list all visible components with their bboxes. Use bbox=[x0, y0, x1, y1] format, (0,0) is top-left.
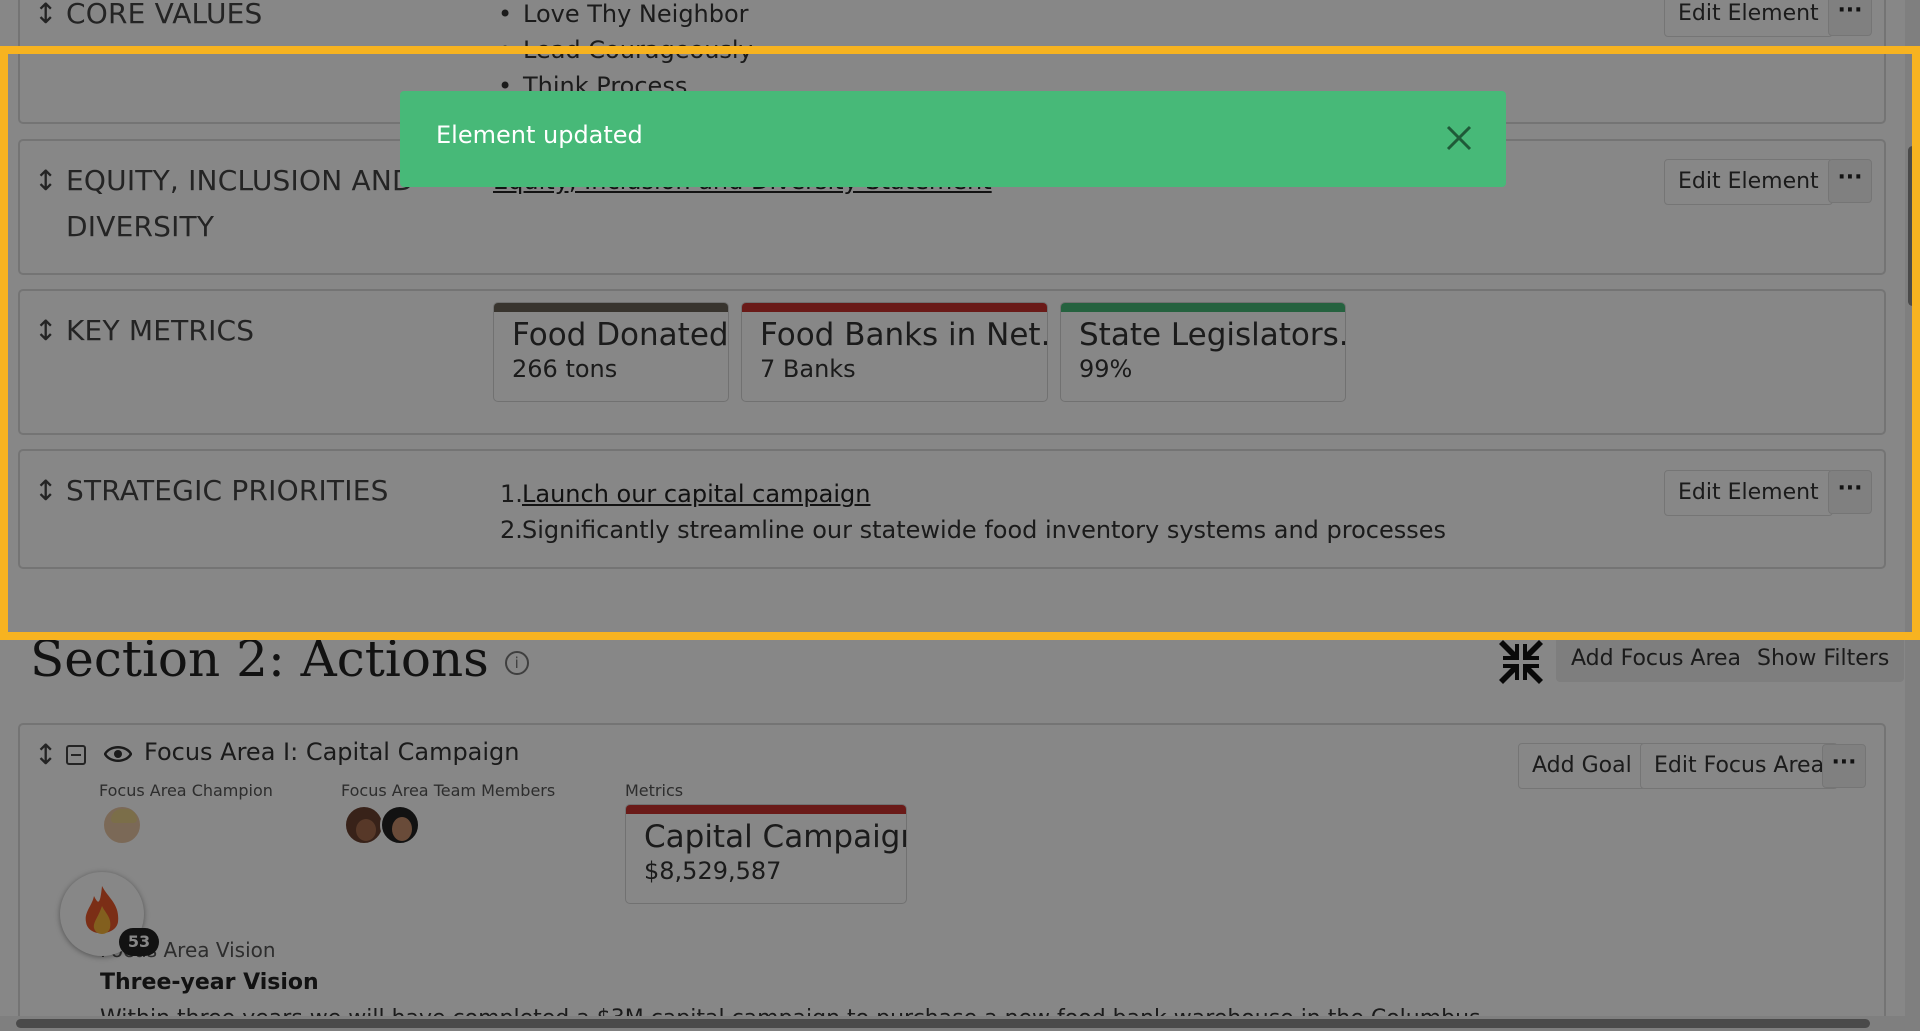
core-value-item: Lead Courageously bbox=[490, 32, 753, 68]
streak-count-badge: 53 bbox=[119, 928, 159, 956]
metric-title: Food Donated bbox=[512, 317, 729, 353]
metric-card-food-donated[interactable]: Food Donated 266 tons bbox=[493, 302, 729, 402]
fire-icon bbox=[78, 884, 126, 942]
more-options-button[interactable]: ··· bbox=[1828, 159, 1872, 203]
metric-title: Capital Campaign bbox=[644, 819, 907, 855]
edit-element-button[interactable]: Edit Element bbox=[1664, 0, 1833, 37]
metric-value: 266 tons bbox=[512, 355, 618, 383]
metric-color-bar bbox=[742, 303, 1047, 312]
key-metrics-title: KEY METRICS bbox=[66, 314, 255, 347]
metric-card-capital-campaign[interactable]: Capital Campaign $8,529,587 bbox=[625, 804, 907, 904]
add-focus-area-button[interactable]: Add Focus Area bbox=[1556, 636, 1757, 682]
more-options-button[interactable]: ··· bbox=[1828, 0, 1872, 36]
metric-value: 99% bbox=[1079, 355, 1133, 383]
metric-color-bar bbox=[1061, 303, 1345, 312]
strategic-priorities-list: 1. Launch our capital campaign 2. Signif… bbox=[498, 476, 1446, 548]
team-members-label: Focus Area Team Members bbox=[341, 781, 556, 800]
equity-title-line2: DIVERSITY bbox=[66, 210, 215, 243]
avatar[interactable] bbox=[102, 805, 142, 845]
equity-title-line1: EQUITY, INCLUSION AND bbox=[66, 164, 414, 197]
edit-element-button[interactable]: Edit Element bbox=[1664, 159, 1833, 205]
drag-handle-icon[interactable]: ↕ bbox=[34, 477, 57, 505]
metric-value: 7 Banks bbox=[760, 355, 856, 383]
priority-number: 2. bbox=[500, 516, 523, 544]
info-icon[interactable]: i bbox=[504, 651, 529, 675]
vision-title: Three-year Vision bbox=[100, 970, 319, 995]
metric-color-bar bbox=[626, 805, 906, 814]
collapse-all-icon[interactable] bbox=[1497, 638, 1545, 686]
drag-handle-icon[interactable]: ↕ bbox=[34, 0, 57, 28]
metric-card-food-banks[interactable]: Food Banks in Net... 7 Banks bbox=[741, 302, 1048, 402]
drag-handle-icon[interactable]: ↕ bbox=[34, 167, 57, 195]
page: ↕ CORE VALUES Love Thy Neighbor Lead Cou… bbox=[0, 0, 1920, 1031]
horizontal-scrollbar-thumb[interactable] bbox=[16, 1019, 1870, 1028]
more-options-button[interactable]: ··· bbox=[1828, 470, 1872, 514]
horizontal-scrollbar[interactable] bbox=[0, 1016, 1920, 1031]
core-value-item: Love Thy Neighbor bbox=[490, 0, 753, 32]
core-values-title: CORE VALUES bbox=[66, 0, 263, 30]
drag-handle-icon[interactable]: ↕ bbox=[34, 741, 57, 769]
focus-area-title: Focus Area I: Capital Campaign bbox=[144, 738, 520, 766]
priority-number: 1. bbox=[500, 480, 523, 508]
strategic-priorities-title: STRATEGIC PRIORITIES bbox=[66, 474, 389, 507]
more-options-button[interactable]: ··· bbox=[1822, 744, 1866, 788]
priority-link[interactable]: Launch our capital campaign bbox=[522, 480, 870, 508]
equity-title: EQUITY, INCLUSION AND DIVERSITY bbox=[66, 158, 414, 250]
core-values-list: Love Thy Neighbor Lead Courageously Thin… bbox=[490, 0, 753, 104]
avatar[interactable] bbox=[380, 805, 420, 845]
metric-title: Food Banks in Net... bbox=[760, 317, 1048, 353]
section2-title: Section 2: Actions i bbox=[30, 630, 529, 688]
priority-item: 1. Launch our capital campaign bbox=[498, 476, 1446, 512]
metric-card-state-legislators[interactable]: State Legislators... 99% bbox=[1060, 302, 1346, 402]
eye-icon[interactable] bbox=[103, 743, 133, 765]
metric-title: State Legislators... bbox=[1079, 317, 1346, 353]
vertical-scrollbar[interactable] bbox=[1905, 0, 1920, 1016]
metrics-label: Metrics bbox=[625, 781, 684, 800]
show-filters-button[interactable]: Show Filters bbox=[1742, 636, 1905, 682]
priority-item: 2. Significantly streamline our statewid… bbox=[498, 512, 1446, 548]
champion-label: Focus Area Champion bbox=[99, 781, 273, 800]
toast-message: Element updated bbox=[436, 121, 643, 149]
metric-value: $8,529,587 bbox=[644, 857, 782, 885]
priority-text: Significantly streamline our statewide f… bbox=[522, 516, 1447, 544]
edit-element-button[interactable]: Edit Element bbox=[1664, 470, 1833, 516]
drag-handle-icon[interactable]: ↕ bbox=[34, 317, 57, 345]
section2-title-text: Section 2: Actions bbox=[30, 630, 489, 688]
add-goal-button[interactable]: Add Goal bbox=[1518, 743, 1646, 789]
metric-color-bar bbox=[494, 303, 728, 312]
streak-widget[interactable]: 53 bbox=[60, 872, 159, 956]
close-icon[interactable] bbox=[1438, 117, 1480, 159]
avatar[interactable] bbox=[344, 805, 384, 845]
vertical-scrollbar-thumb[interactable] bbox=[1908, 146, 1917, 306]
collapse-icon[interactable] bbox=[66, 745, 86, 765]
success-toast: Element updated bbox=[400, 91, 1506, 187]
edit-focus-area-button[interactable]: Edit Focus Area bbox=[1640, 743, 1839, 789]
